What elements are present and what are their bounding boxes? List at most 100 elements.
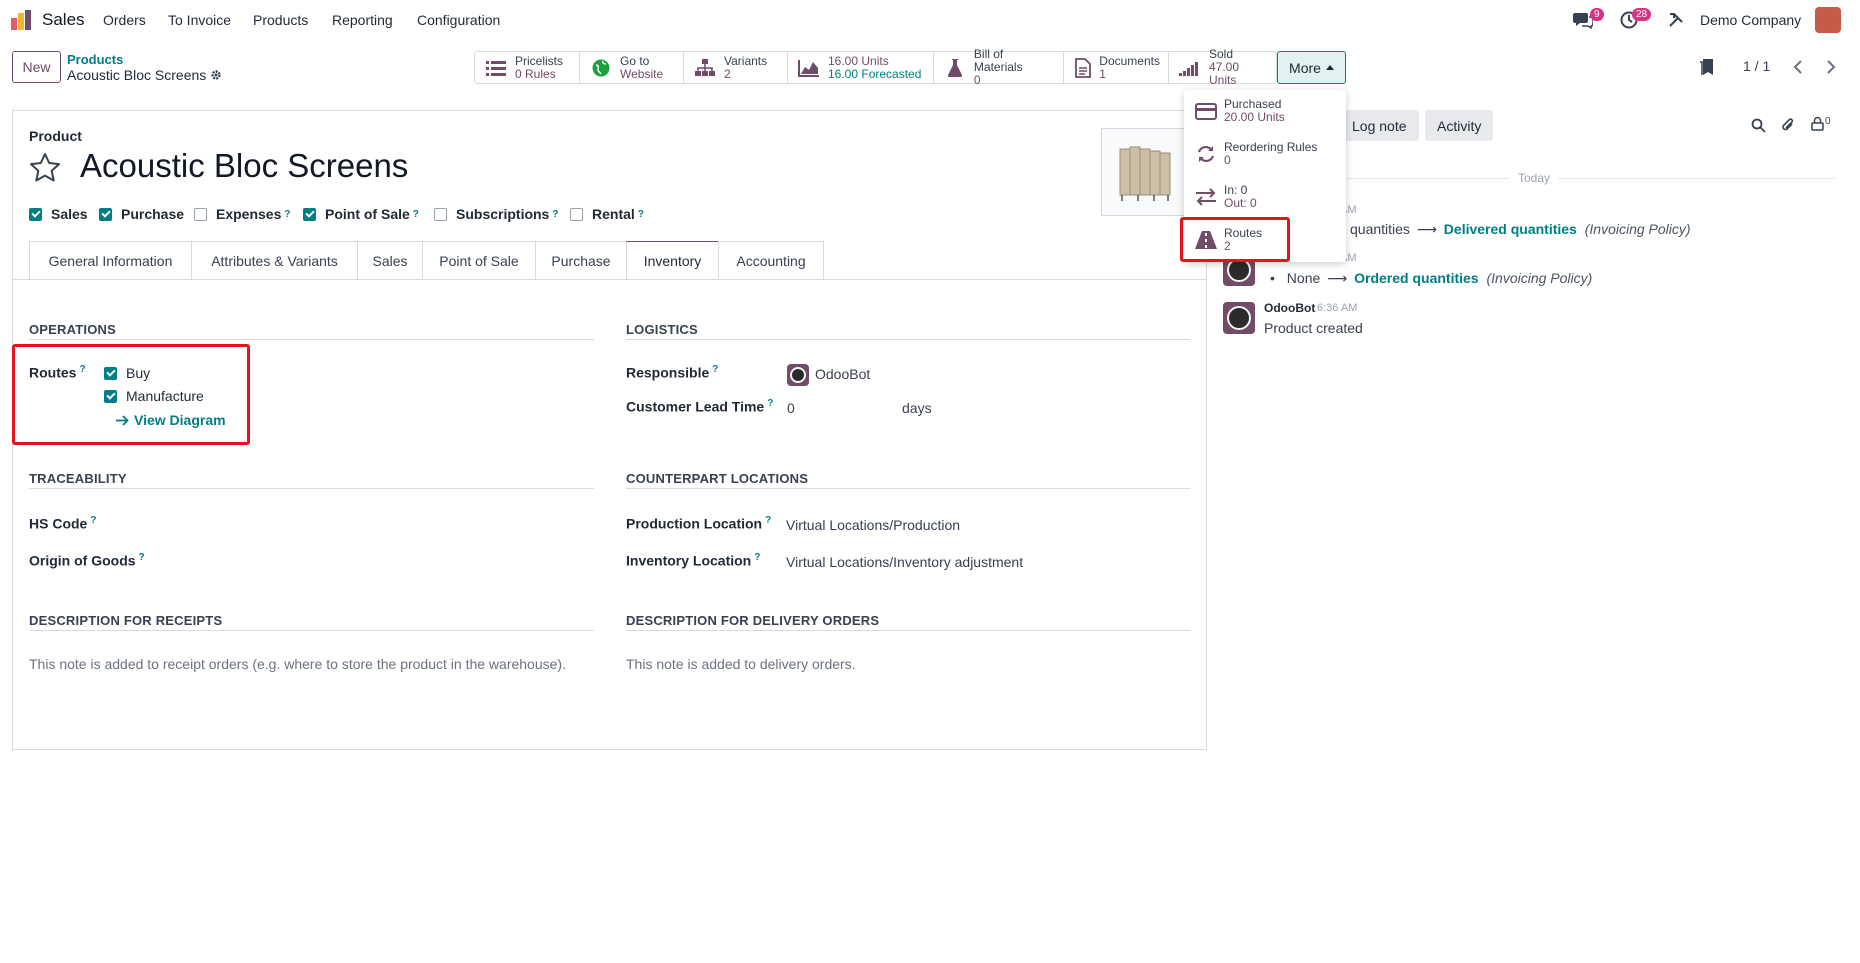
help-tooltip[interactable]: ? (413, 209, 419, 220)
help-tooltip[interactable]: ? (765, 515, 771, 526)
new-button[interactable]: New (12, 51, 61, 83)
stat-value: 0 (1224, 153, 1231, 167)
origin-of-goods-label: Origin of Goods? (29, 552, 145, 569)
menu-orders[interactable]: Orders (103, 12, 146, 28)
can-be-purchased-checkbox[interactable]: Purchase (99, 206, 184, 222)
checkbox[interactable] (434, 207, 447, 221)
lead-time-input[interactable]: 0 (787, 400, 795, 416)
user-avatar[interactable] (1815, 7, 1841, 33)
help-tooltip[interactable]: ? (712, 364, 718, 375)
responsible-label-text: Responsible (626, 364, 710, 381)
available-in-pos-checkbox[interactable]: Point of Sale? (303, 206, 419, 222)
message-author[interactable]: OdooBot (1264, 301, 1315, 315)
stat-label: Variants (724, 53, 768, 68)
routes-highlight-box (12, 344, 250, 445)
production-location-label: Production Location? (626, 515, 771, 532)
signal-icon (1179, 58, 1201, 78)
reordering-rules-button[interactable]: Reordering Rules 0 (1194, 141, 1317, 167)
followers-button[interactable]: 0 (1811, 116, 1831, 131)
bookmark-icon[interactable] (1700, 59, 1714, 77)
activities-badge: 28 (1632, 8, 1652, 21)
delivery-description-title: DESCRIPTION FOR DELIVERY ORDERS (626, 613, 880, 628)
go-to-website-button[interactable]: Go to Website (580, 52, 684, 83)
purchased-button[interactable]: Purchased 20.00 Units (1194, 98, 1285, 124)
pager-next-button[interactable] (1815, 51, 1847, 83)
chevron-right-icon (1827, 60, 1836, 74)
odoobot-avatar (787, 364, 809, 386)
on-hand-forecast-button[interactable]: 16.00 Units 16.00 Forecasted (788, 52, 934, 83)
help-tooltip[interactable]: ? (552, 209, 558, 220)
help-tooltip[interactable]: ? (767, 398, 773, 409)
favorite-star-icon[interactable] (29, 152, 61, 184)
tracking-line-2: • None ⟶ Ordered quantities (Invoicing P… (1270, 270, 1593, 286)
menu-to-invoice[interactable]: To Invoice (168, 12, 231, 28)
checkbox[interactable] (303, 207, 316, 221)
checkbox[interactable] (29, 207, 42, 221)
bom-button[interactable]: Bill of Materials 0 (934, 48, 1064, 87)
breadcrumb-products[interactable]: Products (67, 52, 123, 67)
section-divider (29, 339, 594, 340)
tab-point-of-sale[interactable]: Point of Sale (422, 241, 535, 280)
menu-configuration[interactable]: Configuration (417, 12, 500, 28)
tab-general-information[interactable]: General Information (29, 241, 191, 280)
origin-label-text: Origin of Goods (29, 552, 136, 569)
checkbox-label: Subscriptions (456, 206, 550, 222)
tab-sales[interactable]: Sales (357, 241, 422, 280)
documents-button[interactable]: Documents 1 (1064, 52, 1169, 83)
subscriptions-checkbox[interactable]: Subscriptions? (434, 206, 558, 222)
help-tooltip[interactable]: ? (284, 209, 290, 220)
pricelists-button[interactable]: Pricelists 0 Rules (475, 52, 580, 83)
product-image[interactable] (1101, 128, 1189, 216)
stat-forecast: 16.00 Forecasted (828, 66, 922, 81)
tab-inventory[interactable]: Inventory (626, 241, 718, 280)
hs-code-input[interactable] (180, 510, 580, 534)
flask-icon (944, 58, 966, 78)
lead-time-label-text: Customer Lead Time (626, 398, 765, 415)
can-be-sold-checkbox[interactable]: Sales (29, 206, 88, 222)
app-logo-icon[interactable] (11, 10, 33, 30)
search-icon[interactable] (1751, 118, 1766, 133)
receipts-description-field[interactable]: This note is added to receipt orders (e.… (29, 654, 569, 675)
exchange-icon (1194, 187, 1218, 207)
more-button[interactable]: More (1277, 51, 1346, 84)
activity-button[interactable]: Activity (1425, 110, 1494, 141)
delivery-description-field[interactable]: This note is added to delivery orders. (626, 654, 1166, 675)
user-lock-icon (1811, 116, 1824, 131)
stat-value: 1 (1099, 66, 1106, 81)
tools-icon[interactable] (1668, 12, 1684, 28)
message-time: 6:36 AM (1317, 302, 1358, 314)
production-location-field[interactable]: Virtual Locations/Production (786, 517, 960, 533)
menu-products[interactable]: Products (253, 12, 308, 28)
tab-accounting[interactable]: Accounting (718, 241, 824, 280)
checkbox[interactable] (570, 207, 583, 221)
help-tooltip[interactable]: ? (139, 552, 145, 563)
inventory-location-field[interactable]: Virtual Locations/Inventory adjustment (786, 554, 1023, 570)
help-tooltip[interactable]: ? (754, 552, 760, 563)
gear-icon[interactable] (210, 69, 222, 81)
app-name[interactable]: Sales (42, 10, 85, 30)
checkbox[interactable] (99, 207, 112, 221)
variants-button[interactable]: Variants 2 (684, 52, 788, 83)
help-tooltip[interactable]: ? (90, 515, 96, 526)
acoustic-screen-image (1119, 146, 1171, 201)
paperclip-icon[interactable] (1781, 117, 1796, 133)
tab-purchase[interactable]: Purchase (535, 241, 626, 280)
tab-attributes-variants[interactable]: Attributes & Variants (191, 241, 357, 280)
hs-code-label: HS Code? (29, 515, 96, 532)
help-tooltip[interactable]: ? (638, 209, 644, 220)
pager-previous-button[interactable] (1782, 51, 1814, 83)
pager-value[interactable]: 1 / 1 (1743, 58, 1770, 74)
product-name[interactable]: Acoustic Bloc Screens (80, 147, 408, 185)
log-note-button[interactable]: Log note (1340, 110, 1419, 141)
responsible-field[interactable]: OdooBot (815, 366, 870, 382)
in-out-button[interactable]: In: 0 Out: 0 (1194, 184, 1257, 210)
section-divider (626, 488, 1190, 489)
menu-reporting[interactable]: Reporting (332, 12, 393, 28)
sold-button[interactable]: Sold 47.00 Units (1169, 48, 1276, 87)
can-be-expensed-checkbox[interactable]: Expenses? (194, 206, 290, 222)
checkbox-label: Point of Sale (325, 206, 410, 222)
checkbox[interactable] (194, 207, 207, 221)
origin-of-goods-input[interactable] (180, 547, 580, 571)
rental-checkbox[interactable]: Rental? (570, 206, 644, 222)
company-switcher[interactable]: Demo Company (1700, 12, 1801, 28)
